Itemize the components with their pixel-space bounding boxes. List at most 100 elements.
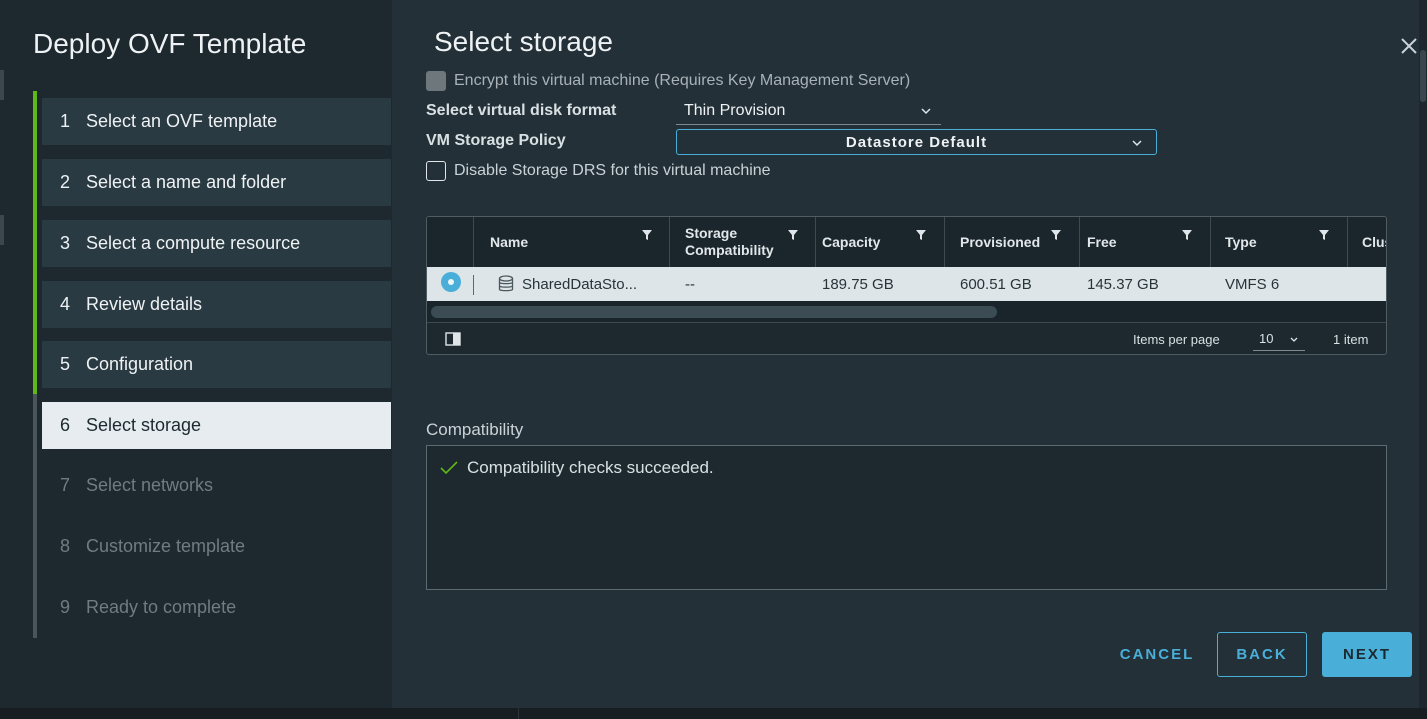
storage-policy-select[interactable]: Datastore Default	[676, 129, 1157, 155]
compatibility-label: Compatibility	[426, 420, 524, 439]
page-title: Select storage	[434, 26, 613, 57]
deploy-ovf-modal: Deploy OVF Template 1 Select an OVF temp…	[0, 0, 1427, 708]
wizard-step-1[interactable]: 1 Select an OVF template	[42, 98, 391, 145]
disable-drs-option[interactable]: Disable Storage DRS for this virtual mac…	[426, 161, 771, 181]
filter-icon[interactable]	[915, 229, 927, 241]
column-toggle-icon[interactable]	[445, 332, 461, 346]
compatibility-message: Compatibility checks succeeded.	[439, 458, 714, 478]
divider	[518, 708, 519, 719]
cell-provisioned: 600.51 GB	[960, 275, 1032, 293]
chevron-down-icon	[1132, 140, 1142, 147]
items-per-page-value: 10	[1259, 331, 1274, 346]
step-number: 7	[60, 475, 71, 495]
step-number: 3	[60, 233, 71, 253]
chevron-down-icon	[921, 108, 931, 115]
step-label: Ready to complete	[86, 597, 237, 617]
cell-capacity: 189.75 GB	[822, 275, 894, 293]
cell-name: SharedDataSto...	[522, 275, 638, 293]
step-label: Review details	[86, 294, 203, 314]
disable-drs-checkbox[interactable]	[426, 161, 446, 181]
wizard-step-4[interactable]: 4 Review details	[42, 281, 391, 328]
column-header-cluster[interactable]: Clus	[1362, 217, 1386, 267]
background-strip	[0, 708, 1427, 719]
filter-icon[interactable]	[1181, 229, 1193, 241]
next-button[interactable]: NEXT	[1322, 632, 1412, 677]
wizard-step-7: 7 Select networks	[42, 462, 391, 509]
page-scrollbar[interactable]	[1419, 0, 1427, 708]
wizard-step-2[interactable]: 2 Select a name and folder	[42, 159, 391, 206]
compatibility-message-text: Compatibility checks succeeded.	[467, 458, 714, 477]
filter-icon[interactable]	[641, 229, 653, 241]
wizard-title: Deploy OVF Template	[33, 28, 307, 59]
datastore-grid: Name Storage Compatibility Capacity Prov…	[426, 216, 1387, 355]
datastore-icon	[498, 275, 514, 292]
nav-edge-mark	[0, 70, 4, 100]
column-separator	[815, 217, 816, 267]
disk-format-value: Thin Provision	[684, 102, 786, 119]
scrollbar-thumb[interactable]	[431, 306, 997, 318]
item-count: 1 item	[1333, 332, 1369, 347]
column-header-compatibility[interactable]: Storage Compatibility	[685, 217, 810, 267]
step-label: Select networks	[86, 475, 214, 495]
success-check-icon	[440, 461, 458, 475]
cell-compatibility: --	[685, 275, 695, 293]
storage-policy-value: Datastore Default	[845, 133, 988, 151]
wizard-step-5[interactable]: 5 Configuration	[42, 341, 391, 388]
grid-header: Name Storage Compatibility Capacity Prov…	[427, 217, 1386, 267]
back-button[interactable]: BACK	[1217, 632, 1307, 677]
close-icon	[1401, 38, 1417, 54]
column-header-type[interactable]: Type	[1225, 217, 1343, 267]
step-number: 5	[60, 354, 71, 374]
column-header-label: Clus	[1362, 234, 1386, 250]
horizontal-scrollbar[interactable]	[427, 301, 1386, 323]
step-number: 2	[60, 172, 71, 192]
items-per-page-select[interactable]: 10	[1253, 327, 1305, 351]
filter-icon[interactable]	[787, 229, 799, 241]
cell-free: 145.37 GB	[1087, 275, 1159, 293]
wizard-step-8: 8 Customize template	[42, 523, 391, 570]
disk-format-select[interactable]: Thin Provision	[676, 98, 941, 125]
table-row[interactable]: SharedDataSto... -- 189.75 GB 600.51 GB …	[427, 267, 1386, 301]
column-separator	[473, 217, 474, 267]
wizard-step-9: 9 Ready to complete	[42, 584, 391, 631]
encrypt-vm-label: Encrypt this virtual machine (Requires K…	[454, 72, 911, 89]
disk-format-label: Select virtual disk format	[426, 102, 617, 119]
column-header-provisioned[interactable]: Provisioned	[960, 217, 1076, 267]
column-separator	[1079, 217, 1080, 267]
cancel-button[interactable]: CANCEL	[1110, 632, 1204, 677]
cell-type: VMFS 6	[1225, 275, 1280, 293]
progress-fill	[33, 91, 37, 394]
column-header-label: Capacity	[822, 234, 881, 250]
filter-icon[interactable]	[1318, 229, 1330, 241]
step-label: Select a compute resource	[86, 233, 301, 253]
column-header-name[interactable]: Name	[490, 217, 660, 267]
step-number: 6	[60, 415, 71, 435]
filter-icon[interactable]	[1050, 229, 1062, 241]
encrypt-vm-option: Encrypt this virtual machine (Requires K…	[426, 71, 910, 91]
step-number: 1	[60, 111, 71, 131]
row-select-radio[interactable]	[441, 272, 461, 292]
column-header-capacity[interactable]: Capacity	[822, 217, 940, 267]
close-button[interactable]	[1397, 34, 1421, 58]
step-label: Select an OVF template	[86, 111, 278, 131]
nav-edge-mark	[0, 215, 4, 245]
step-label: Select storage	[86, 415, 202, 435]
step-number: 8	[60, 536, 71, 556]
column-header-label: Free	[1087, 234, 1117, 250]
chevron-down-icon	[1290, 337, 1298, 342]
scrollbar-thumb[interactable]	[1420, 50, 1426, 102]
column-separator	[1210, 217, 1211, 267]
step-number: 4	[60, 294, 71, 314]
column-header-free[interactable]: Free	[1087, 217, 1207, 267]
storage-policy-label: VM Storage Policy	[426, 132, 566, 149]
step-label: Customize template	[86, 536, 246, 556]
wizard-step-6[interactable]: 6 Select storage	[42, 402, 391, 449]
wizard-step-3[interactable]: 3 Select a compute resource	[42, 220, 391, 267]
column-header-label: Type	[1225, 234, 1257, 250]
disable-drs-label: Disable Storage DRS for this virtual mac…	[454, 162, 771, 179]
step-label: Configuration	[86, 354, 194, 374]
column-header-label: Name	[490, 234, 529, 250]
column-separator	[1347, 217, 1348, 267]
step-number: 9	[60, 597, 71, 617]
column-header-label: Compatibility	[685, 242, 774, 258]
